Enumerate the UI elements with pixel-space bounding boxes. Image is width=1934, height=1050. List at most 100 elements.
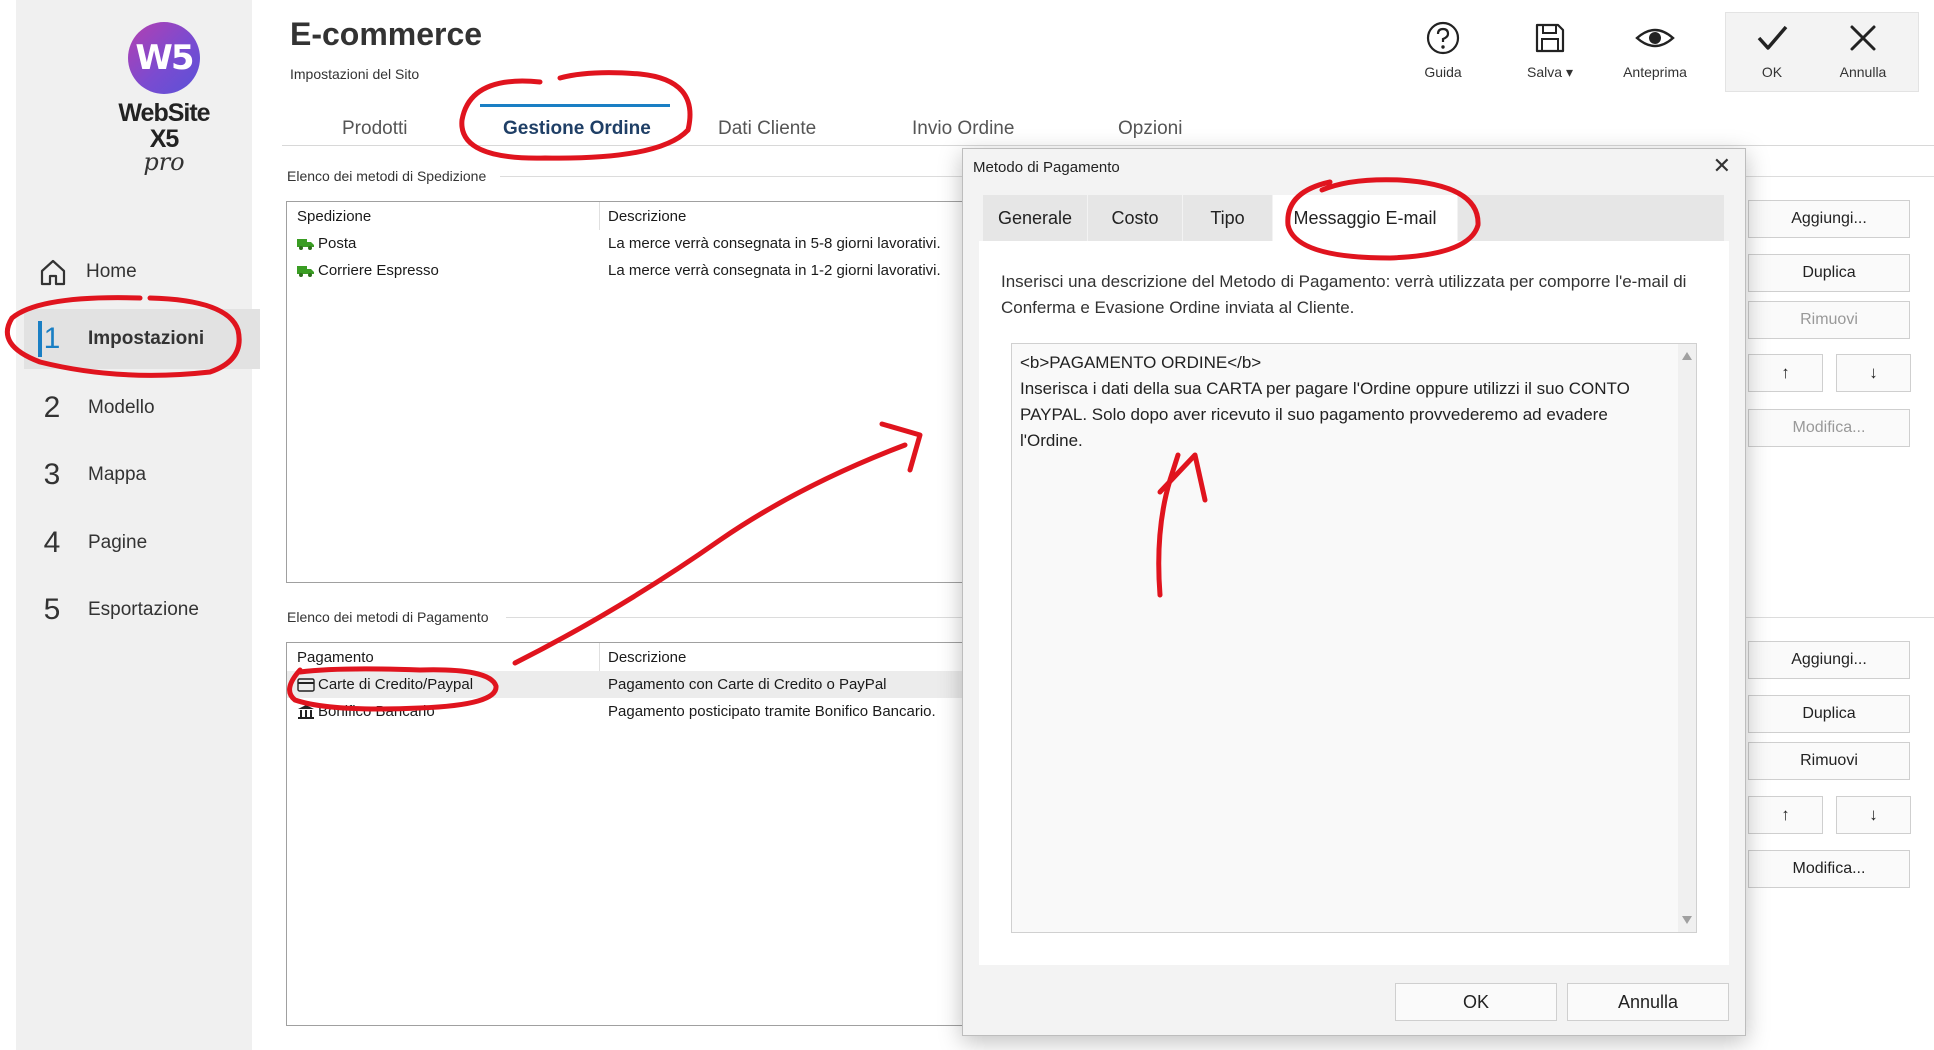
list-header: Spedizione Descrizione <box>287 202 965 230</box>
sidebar-item-home[interactable]: Home <box>16 242 252 302</box>
column-separator <box>599 202 600 230</box>
payment-name: Carte di Credito/Paypal <box>318 676 474 693</box>
list-header: Pagamento Descrizione <box>287 643 965 671</box>
dialog-cancel-button[interactable]: Annulla <box>1567 983 1729 1021</box>
scroll-up-icon[interactable] <box>1682 352 1692 360</box>
help-icon <box>1426 21 1460 55</box>
active-tab-indicator <box>480 104 670 107</box>
dialog-instructions: Inserisci una descrizione del Metodo di … <box>1001 272 1687 317</box>
logo-brand: WebSite X5 <box>118 99 210 153</box>
shipping-move-up-button[interactable]: ↑ <box>1748 354 1823 392</box>
dialog-title: Metodo di Pagamento <box>973 159 1120 176</box>
dialog-tab-tipo[interactable]: Tipo <box>1183 195 1273 241</box>
eye-icon <box>1635 28 1675 48</box>
ok-label: OK <box>1761 64 1783 80</box>
list-item[interactable]: Bonifico Bancario Pagamento posticipato … <box>287 698 965 725</box>
step-number: 4 <box>43 526 61 559</box>
column-header-descrizione[interactable]: Descrizione <box>608 649 686 666</box>
sidebar-item-impostazioni[interactable]: 1 Impostazioni <box>24 309 260 369</box>
sidebar-item-pagine[interactable]: 4 Pagine <box>16 513 252 573</box>
column-separator <box>599 643 600 671</box>
editor-scrollbar[interactable] <box>1678 344 1696 932</box>
sidebar: W5 WebSite X5 pro Home 1 Impostazioni 2 … <box>16 0 260 1050</box>
scroll-down-icon[interactable] <box>1682 916 1692 924</box>
payment-remove-button[interactable]: Rimuovi <box>1748 742 1910 780</box>
truck-icon <box>297 265 314 277</box>
dialog-ok-button[interactable]: OK <box>1395 983 1557 1021</box>
sidebar-item-label: Pagine <box>88 532 148 553</box>
dialog-tab-bar: Generale Costo Tipo Messaggio E-mail <box>983 195 1725 241</box>
tab-prodotti[interactable]: Prodotti <box>342 118 407 140</box>
column-header-spedizione[interactable]: Spedizione <box>297 208 371 225</box>
step-number: 2 <box>43 391 61 424</box>
shipping-add-button[interactable]: Aggiungi... <box>1748 200 1910 238</box>
app-logo: W5 WebSite X5 pro <box>102 22 226 176</box>
shipping-name: Corriere Espresso <box>318 262 439 279</box>
shipping-desc: La merce verrà consegnata in 1-2 giorni … <box>608 262 941 279</box>
tab-gestione-ordine[interactable]: Gestione Ordine <box>503 118 651 140</box>
dialog-tab-costo[interactable]: Costo <box>1088 195 1183 241</box>
list-item-selected[interactable]: Carte di Credito/Paypal Pagamento con Ca… <box>287 671 965 698</box>
guida-label: Guida <box>1424 64 1462 80</box>
save-icon <box>1535 23 1565 53</box>
sidebar-item-label: Modello <box>88 397 155 418</box>
payment-move-down-button[interactable]: ↓ <box>1836 796 1911 834</box>
tab-invio-ordine[interactable]: Invio Ordine <box>912 118 1014 140</box>
payment-list[interactable]: Pagamento Descrizione Carte di Credito/P… <box>286 642 966 1026</box>
shipping-duplicate-button[interactable]: Duplica <box>1748 254 1910 292</box>
logo-mark: W5 <box>128 22 200 94</box>
payment-method-dialog: Metodo di Pagamento ✕ Generale Costo Tip… <box>962 148 1746 1036</box>
payment-add-button[interactable]: Aggiungi... <box>1748 641 1910 679</box>
dialog-tab-filler <box>1458 195 1725 241</box>
shipping-remove-button[interactable]: Rimuovi <box>1748 301 1910 339</box>
email-message-text[interactable]: <b>PAGAMENTO ORDINE</b> Inserisca i dati… <box>1020 350 1670 454</box>
payment-duplicate-button[interactable]: Duplica <box>1748 695 1910 733</box>
shipping-desc: La merce verrà consegnata in 5-8 giorni … <box>608 235 941 252</box>
payment-move-up-button[interactable]: ↑ <box>1748 796 1823 834</box>
shipping-edit-button[interactable]: Modifica... <box>1748 409 1910 447</box>
page-title: E-commerce <box>290 16 483 52</box>
payment-desc: Pagamento con Carte di Credito o PayPal <box>608 676 887 693</box>
dialog-tab-generale[interactable]: Generale <box>983 195 1088 241</box>
payment-section-title: Elenco dei metodi di Pagamento <box>287 609 489 625</box>
tab-opzioni[interactable]: Opzioni <box>1118 118 1182 140</box>
step-number: 3 <box>43 458 61 491</box>
dialog-close-icon[interactable]: ✕ <box>1713 153 1731 179</box>
sidebar-item-label: Impostazioni <box>88 328 205 349</box>
step-number: 1 <box>43 322 61 355</box>
list-item[interactable]: Corriere Espresso La merce verrà consegn… <box>287 257 965 284</box>
annulla-label: Annulla <box>1839 64 1887 80</box>
shipping-list[interactable]: Spedizione Descrizione Posta La merce ve… <box>286 201 966 583</box>
home-icon <box>40 259 66 286</box>
salva-button[interactable]: Salva ▾ <box>1500 20 1600 81</box>
bank-icon <box>298 704 314 719</box>
sidebar-item-modello[interactable]: 2 Modello <box>16 378 252 438</box>
column-header-descrizione[interactable]: Descrizione <box>608 208 686 225</box>
shipping-section-title: Elenco dei metodi di Spedizione <box>287 168 487 184</box>
shipping-name: Posta <box>318 235 357 252</box>
annulla-toolbar-button[interactable]: Annulla <box>1813 20 1913 80</box>
payment-edit-button[interactable]: Modifica... <box>1748 850 1910 888</box>
salva-label: Salva ▾ <box>1527 64 1573 80</box>
ok-toolbar-button[interactable]: OK <box>1722 20 1822 80</box>
tab-dati-cliente[interactable]: Dati Cliente <box>718 118 816 140</box>
page-subtitle: Impostazioni del Sito <box>290 66 420 82</box>
payment-name: Bonifico Bancario <box>318 703 435 720</box>
sidebar-item-label: Home <box>86 261 137 282</box>
email-message-editor[interactable]: <b>PAGAMENTO ORDINE</b> Inserisca i dati… <box>1011 343 1697 933</box>
close-icon <box>1850 25 1876 51</box>
step-number: 5 <box>43 593 61 626</box>
list-item[interactable]: Posta La merce verrà consegnata in 5-8 g… <box>287 230 965 257</box>
credit-card-icon <box>297 677 315 692</box>
dialog-tab-messaggio-email[interactable]: Messaggio E-mail <box>1273 195 1458 241</box>
sidebar-item-esportazione[interactable]: 5 Esportazione <box>16 580 252 640</box>
guida-button[interactable]: Guida <box>1393 20 1493 80</box>
anteprima-button[interactable]: Anteprima <box>1605 20 1705 80</box>
logo-edition: pro <box>143 148 185 176</box>
shipping-move-down-button[interactable]: ↓ <box>1836 354 1911 392</box>
sidebar-item-mappa[interactable]: 3 Mappa <box>16 445 252 505</box>
column-header-pagamento[interactable]: Pagamento <box>297 649 374 666</box>
check-icon <box>1757 25 1788 50</box>
anteprima-label: Anteprima <box>1623 64 1687 80</box>
sidebar-item-label: Esportazione <box>88 599 199 620</box>
